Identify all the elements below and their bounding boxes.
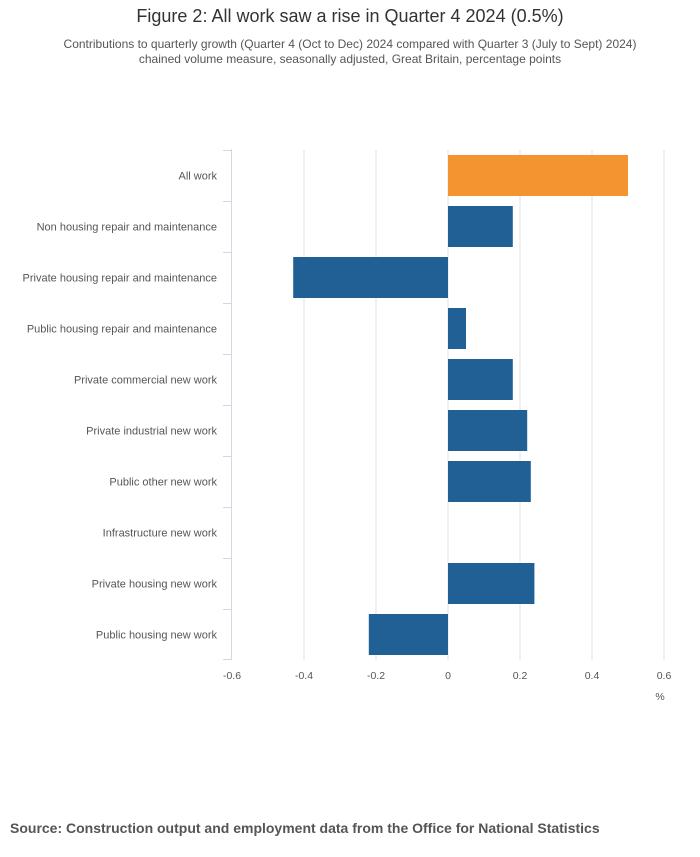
- category-label: Public housing new work: [96, 630, 218, 642]
- category-label: Public housing repair and maintenance: [27, 324, 217, 336]
- category-labels: All work Non housing repair and maintenan…: [23, 171, 218, 642]
- bar-chart: All work Non housing repair and maintenan…: [23, 149, 671, 703]
- bar[interactable]: [448, 461, 531, 502]
- category-label: All work: [178, 171, 217, 183]
- x-tick-label: -0.4: [295, 670, 313, 682]
- x-axis-label: %: [655, 691, 664, 703]
- bars: [293, 155, 628, 655]
- y-axis: [223, 149, 232, 660]
- bar[interactable]: [293, 257, 448, 298]
- category-label: Infrastructure new work: [103, 528, 218, 540]
- category-label: Non housing repair and maintenance: [37, 222, 217, 234]
- bar[interactable]: [448, 359, 513, 400]
- x-tick-label: -0.2: [367, 670, 385, 682]
- bar[interactable]: [448, 563, 535, 604]
- bar[interactable]: [368, 614, 448, 655]
- x-tick-label: 0.2: [513, 670, 528, 682]
- x-tick-label: 0.4: [585, 670, 600, 682]
- category-label: Private housing new work: [92, 579, 218, 591]
- category-label: Public other new work: [109, 477, 217, 489]
- category-label: Private housing repair and maintenance: [23, 273, 217, 285]
- category-label: Private commercial new work: [74, 375, 218, 387]
- category-label: Private industrial new work: [86, 426, 217, 438]
- bar[interactable]: [448, 206, 513, 247]
- bar[interactable]: [448, 308, 466, 349]
- x-tick-label: 0: [445, 670, 451, 682]
- bar[interactable]: [448, 155, 628, 196]
- x-axis-ticks: -0.6 -0.4 -0.2 0 0.2 0.4 0.6: [223, 670, 671, 682]
- x-tick-label: -0.6: [223, 670, 241, 682]
- x-tick-label: 0.6: [657, 670, 672, 682]
- source-note: Source: Construction output and employme…: [10, 820, 600, 836]
- bar[interactable]: [448, 410, 528, 451]
